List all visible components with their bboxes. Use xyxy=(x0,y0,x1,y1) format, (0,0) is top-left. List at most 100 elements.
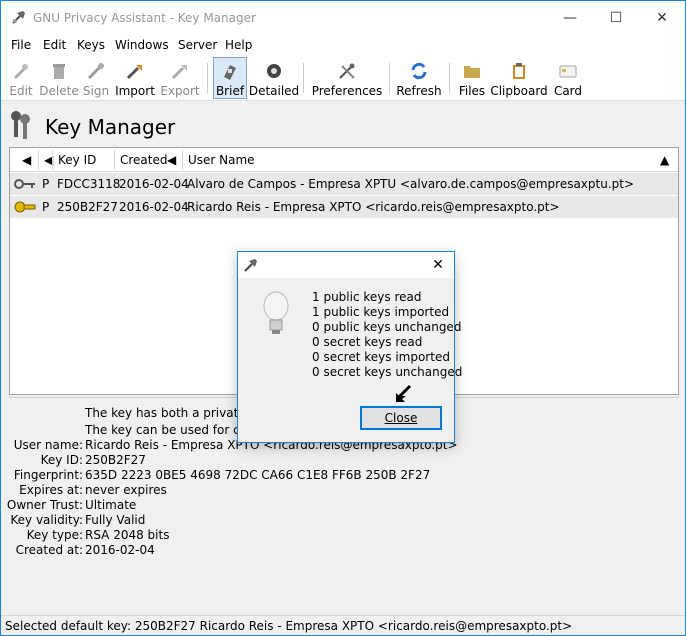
page-title: Key Manager xyxy=(45,115,176,139)
detail-label: Owner Trust: xyxy=(6,498,83,512)
dialog-message: 1 public keys read xyxy=(312,290,422,304)
sort-left-icon[interactable]: ◀ xyxy=(22,153,31,167)
window-close-button[interactable]: ✕ xyxy=(639,1,685,35)
toolbar-separator xyxy=(389,63,390,93)
files-label: Files xyxy=(458,84,486,98)
preferences-icon xyxy=(337,61,357,81)
menu-edit[interactable]: Edit xyxy=(43,38,66,52)
folder-icon xyxy=(462,61,482,81)
column-header: ◀ ◀ Key ID Created ◀ User Name ▲ xyxy=(10,148,678,172)
detail-label: Key ID: xyxy=(40,453,83,467)
edit-label: Edit xyxy=(9,84,33,98)
detail-label: Fingerprint: xyxy=(13,468,83,482)
column-divider xyxy=(52,150,53,170)
export-button[interactable]: Export xyxy=(160,57,200,99)
dialog-message: 1 public keys imported xyxy=(312,305,450,319)
window-title: GNU Privacy Assistant - Key Manager xyxy=(33,11,256,25)
menu-server[interactable]: Server xyxy=(178,38,217,52)
menu-windows[interactable]: Windows xyxy=(115,38,169,52)
dialog-close-button[interactable]: ✕ xyxy=(428,256,448,274)
export-icon xyxy=(170,61,190,81)
sort-left-icon[interactable]: ◀ xyxy=(167,153,176,167)
title-bar: GNU Privacy Assistant - Key Manager — ☐ … xyxy=(1,1,685,35)
clipboard-label: Clipboard xyxy=(490,84,548,98)
refresh-button[interactable]: Refresh xyxy=(396,57,442,99)
key-id: FDCC3118 xyxy=(57,177,121,191)
card-icon xyxy=(558,61,578,81)
detail-label: Key validity: xyxy=(10,513,83,527)
detailed-button[interactable]: Detailed xyxy=(248,57,300,99)
brief-button[interactable]: Brief xyxy=(213,57,247,99)
import-label: Import xyxy=(115,84,155,98)
detail-note: The key can be used for certi xyxy=(85,423,261,437)
import-button[interactable]: Import xyxy=(115,57,155,99)
sort-up-icon[interactable]: ▲ xyxy=(660,153,669,167)
keys-icon xyxy=(11,111,30,139)
import-result-dialog: ✕ 1 public keys read 1 public keys impor… xyxy=(237,251,462,443)
detail-label: Expires at: xyxy=(19,483,83,497)
detail-value: Fully Valid xyxy=(85,513,146,527)
detailed-icon xyxy=(264,61,284,81)
refresh-label: Refresh xyxy=(396,84,442,98)
main-window: GNU Privacy Assistant - Key Manager — ☐ … xyxy=(0,0,686,636)
clipboard-button[interactable]: Clipboard xyxy=(490,57,548,99)
card-button[interactable]: Card xyxy=(553,57,583,99)
detail-value: 635D 2223 0BE5 4698 72DC CA66 C1E8 FF6B … xyxy=(85,468,431,482)
card-label: Card xyxy=(553,84,583,98)
toolbar-separator xyxy=(449,63,450,93)
preferences-button[interactable]: Preferences xyxy=(311,57,383,99)
page-header: Key Manager xyxy=(1,101,685,149)
column-divider xyxy=(114,150,115,170)
sign-icon xyxy=(86,61,106,81)
app-icon xyxy=(12,11,25,24)
key-created: 2016-02-04 xyxy=(119,177,189,191)
close-button[interactable]: Close xyxy=(360,406,442,430)
dialog-message: 0 secret keys unchanged xyxy=(312,365,463,379)
brief-icon xyxy=(220,62,240,81)
detail-label: Key type: xyxy=(26,528,83,542)
lightbulb-icon xyxy=(263,291,289,334)
edit-icon xyxy=(11,61,31,81)
key-type: P xyxy=(42,200,50,214)
menu-file[interactable]: File xyxy=(11,38,31,52)
key-row[interactable]: P FDCC3118 2016-02-04 Alvaro de Campos -… xyxy=(10,173,678,195)
delete-label: Delete xyxy=(39,84,79,98)
files-button[interactable]: Files xyxy=(457,57,487,99)
menu-help[interactable]: Help xyxy=(225,38,252,52)
maximize-button[interactable]: ☐ xyxy=(593,1,639,35)
close-icon: ✕ xyxy=(432,257,444,273)
column-username[interactable]: User Name xyxy=(188,153,255,167)
maximize-icon: ☐ xyxy=(609,10,623,26)
toolbar-separator xyxy=(207,63,208,93)
detail-value: Ultimate xyxy=(85,498,137,512)
sign-label: Sign xyxy=(82,84,110,98)
toolbar-separator xyxy=(303,63,304,93)
secret-key-icon xyxy=(14,201,36,213)
column-divider xyxy=(38,150,39,170)
refresh-icon xyxy=(409,61,429,81)
column-keyid[interactable]: Key ID xyxy=(58,153,96,167)
menu-keys[interactable]: Keys xyxy=(77,38,105,52)
minimize-icon: — xyxy=(563,10,577,26)
toolbar: Edit Delete Sign Import Export Brief Det… xyxy=(1,55,685,101)
column-divider xyxy=(182,150,183,170)
close-icon: ✕ xyxy=(656,10,668,26)
column-created[interactable]: Created xyxy=(120,153,168,167)
key-created: 2016-02-04 xyxy=(119,200,189,214)
key-id: 250B2F27 xyxy=(57,200,118,214)
app-icon xyxy=(244,259,257,272)
sign-button[interactable]: Sign xyxy=(81,57,111,99)
delete-button[interactable]: Delete xyxy=(39,57,79,99)
detailed-label: Detailed xyxy=(248,84,300,98)
clipboard-icon xyxy=(509,61,529,81)
status-text: Selected default key: 250B2F27 Ricardo R… xyxy=(5,619,573,633)
dialog-message: 0 public keys unchanged xyxy=(312,320,462,334)
detail-value: never expires xyxy=(85,483,167,497)
edit-button[interactable]: Edit xyxy=(6,57,36,99)
key-row[interactable]: P 250B2F27 2016-02-04 Ricardo Reis - Emp… xyxy=(10,196,678,218)
preferences-label: Preferences xyxy=(311,84,383,98)
arrow-pointer-icon xyxy=(396,384,412,402)
minimize-button[interactable]: — xyxy=(547,1,593,35)
dialog-message: 0 secret keys read xyxy=(312,335,423,349)
trash-icon xyxy=(49,61,69,81)
